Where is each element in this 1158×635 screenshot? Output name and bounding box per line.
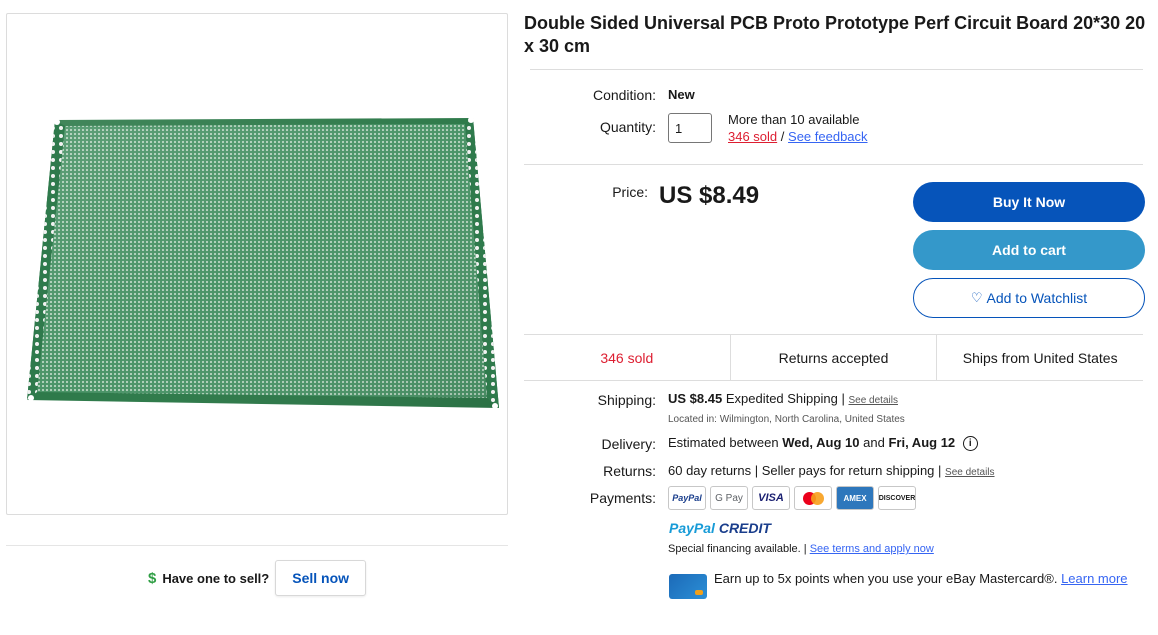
- shipping-amount: US $8.45: [668, 391, 723, 406]
- title-divider: [530, 69, 1143, 70]
- delivery-label: Delivery:: [601, 436, 656, 452]
- amex-icon: AMEX: [836, 486, 874, 510]
- stat-returns: Returns accepted: [729, 335, 937, 380]
- product-title: Double Sided Universal PCB Proto Prototy…: [524, 13, 1146, 56]
- price-label: Price:: [612, 184, 648, 200]
- pcb-board-image: [25, 116, 501, 424]
- price-value: US $8.49: [659, 182, 760, 209]
- sold-separator: /: [780, 129, 785, 144]
- ebay-mastercard-icon: [669, 574, 707, 599]
- visa-icon: VISA: [752, 486, 790, 510]
- paypal-credit-logo: PayPal CREDIT: [669, 520, 771, 536]
- product-image-panel[interactable]: [6, 13, 508, 515]
- availability-text: More than 10 available: [728, 112, 860, 127]
- google-pay-icon: G Pay: [710, 486, 748, 510]
- payments-label: Payments:: [589, 490, 656, 506]
- dollar-icon: $: [147, 569, 157, 587]
- sell-question: Have one to sell?: [162, 570, 270, 586]
- stat-sold: 346 sold: [600, 349, 654, 366]
- add-to-cart-button[interactable]: Add to cart: [913, 230, 1145, 270]
- returns-details-link[interactable]: See details: [945, 467, 994, 478]
- stats-row: 346 sold Returns accepted Ships from Uni…: [524, 334, 1143, 381]
- heart-icon: ♡: [970, 290, 983, 305]
- sell-row: $ Have one to sell? Sell now: [6, 560, 508, 596]
- add-to-watchlist-button[interactable]: ♡ Add to Watchlist: [913, 278, 1145, 318]
- sold-count-link[interactable]: 346 sold: [728, 129, 777, 144]
- special-financing-text: Special financing available. |: [668, 543, 807, 555]
- delivery-value: Estimated between Wed, Aug 10 and Fri, A…: [668, 435, 978, 452]
- see-terms-link[interactable]: See terms and apply now: [810, 543, 934, 555]
- shipping-location: Located in: Wilmington, North Carolina, …: [668, 414, 905, 425]
- returns-text: 60 day returns | Seller pays for return …: [668, 463, 942, 478]
- info-icon[interactable]: i: [962, 436, 978, 452]
- delivery-end: Fri, Aug 12: [888, 435, 956, 450]
- buy-it-now-button[interactable]: Buy It Now: [913, 182, 1145, 222]
- discover-icon: DISCOVER: [878, 486, 916, 510]
- quantity-label: Quantity:: [599, 119, 656, 135]
- shipping-label: Shipping:: [597, 392, 656, 408]
- mastercard-icon: [794, 486, 832, 510]
- quantity-input[interactable]: 1: [668, 113, 712, 143]
- shipping-value: US $8.45 Expedited Shipping | See detail…: [668, 391, 898, 406]
- paypal-credit-brand: PayPal: [669, 520, 715, 536]
- special-financing: Special financing available. | See terms…: [668, 543, 934, 555]
- paypal-icon: PayPal: [668, 486, 706, 510]
- returns-label: Returns:: [603, 463, 656, 479]
- delivery-start: Wed, Aug 10: [782, 435, 860, 450]
- watchlist-label: Add to Watchlist: [986, 290, 1088, 306]
- stat-ships-from: Ships from United States: [936, 335, 1143, 380]
- delivery-prefix: Estimated between: [668, 435, 779, 450]
- see-feedback-link[interactable]: See feedback: [788, 129, 868, 144]
- quantity-divider: [524, 164, 1143, 165]
- sold-feedback-row: 346 sold / See feedback: [728, 129, 868, 144]
- returns-value: 60 day returns | Seller pays for return …: [668, 463, 995, 478]
- condition-label: Condition:: [592, 87, 656, 103]
- payment-icons: PayPal G Pay VISA AMEX DISCOVER: [668, 486, 916, 510]
- shipping-method: Expedited Shipping |: [725, 391, 845, 406]
- paypal-credit-word: CREDIT: [718, 520, 771, 536]
- condition-value: New: [668, 87, 695, 102]
- mastercard-promo: Earn up to 5x points when you use your e…: [714, 570, 1144, 587]
- mastercard-promo-text: Earn up to 5x points when you use your e…: [714, 571, 1058, 586]
- left-divider: [6, 545, 508, 546]
- learn-more-link[interactable]: Learn more: [1061, 571, 1127, 586]
- delivery-and: and: [863, 435, 885, 450]
- sell-now-button[interactable]: Sell now: [275, 560, 367, 596]
- shipping-details-link[interactable]: See details: [848, 395, 897, 406]
